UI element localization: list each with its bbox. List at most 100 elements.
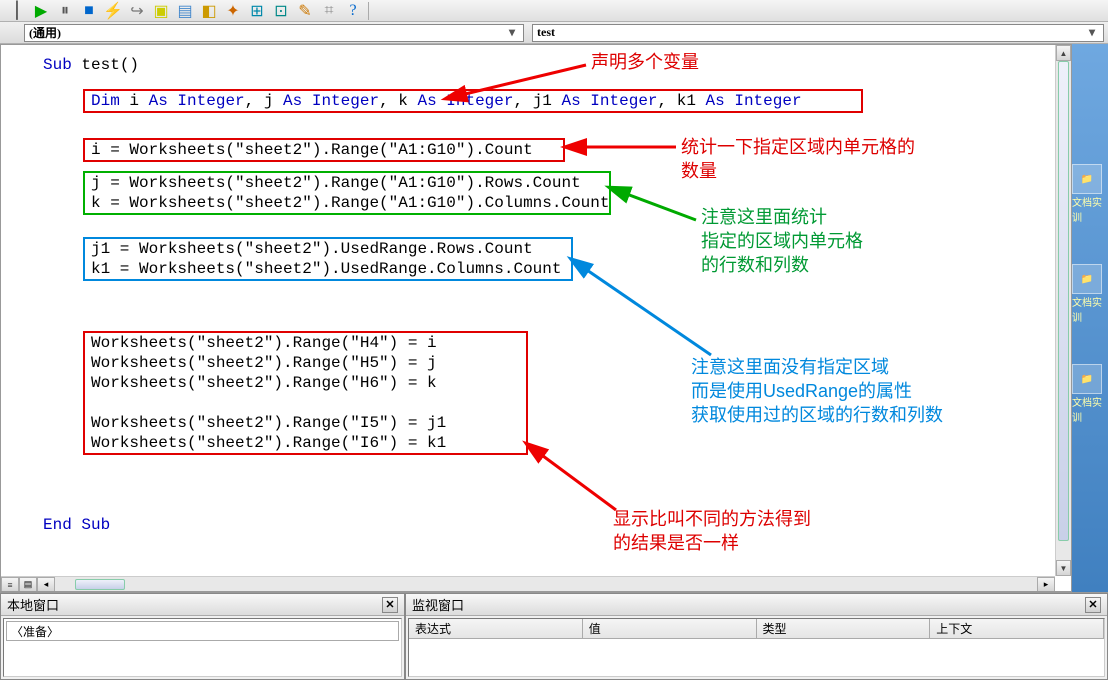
vertical-scrollbar[interactable]: ▲ ▼ (1055, 45, 1071, 576)
separator-icon: │ (8, 2, 26, 20)
code-line-i6: Worksheets("sheet2").Range("I6") = k1 (91, 433, 520, 453)
code-line-k: k = Worksheets("sheet2").Range("A1:G10")… (91, 193, 603, 213)
help-icon[interactable]: ? (344, 2, 362, 20)
annotation-usedrange-l1: 注意这里面没有指定区域 (691, 355, 943, 379)
watch-col-type[interactable]: 类型 (757, 619, 931, 638)
bottom-panels: 本地窗口 ✕ 〈准备〉 监视窗口 ✕ 表达式 值 类型 上下文 (0, 592, 1108, 680)
code-line-j1: j1 = Worksheets("sheet2").UsedRange.Rows… (91, 239, 565, 259)
annotation-usedrange: 注意这里面没有指定区域 而是使用UsedRange的属性 获取使用过的区域的行数… (691, 355, 943, 427)
step-icon[interactable]: ↪ (128, 2, 146, 20)
annotation-rowscols-l3: 的行数和列数 (701, 253, 863, 277)
arrow-blue (576, 260, 716, 360)
view-proc-icon[interactable]: ▤ (19, 577, 37, 592)
annotation-count-l1: 统计一下指定区域内单元格的 (681, 135, 915, 159)
desktop-label: 文档实训 (1072, 194, 1108, 224)
close-icon[interactable]: ✕ (1085, 597, 1101, 613)
annotation-result: 显示比叫不同的方法得到 的结果是否一样 (613, 507, 811, 555)
box-output: Worksheets("sheet2").Range("H4") = i Wor… (83, 331, 528, 455)
close-icon[interactable]: ✕ (382, 597, 398, 613)
chevron-down-icon: ▾ (505, 25, 519, 40)
code-line-h5: Worksheets("sheet2").Range("H5") = j (91, 353, 520, 373)
bookmark-icon[interactable]: ✦ (224, 2, 242, 20)
watch-col-context[interactable]: 上下文 (930, 619, 1104, 638)
desktop-folder-icon[interactable]: 📁 (1072, 164, 1102, 194)
desktop-label: 文档实训 (1072, 394, 1108, 424)
immediate-window-body[interactable]: 〈准备〉 (3, 618, 402, 677)
code-line-j: j = Worksheets("sheet2").Range("A1:G10")… (91, 173, 603, 193)
watch-window-body[interactable]: 表达式 值 类型 上下文 (408, 618, 1105, 677)
scroll-thumb[interactable] (1058, 61, 1069, 541)
code-line-k1: k1 = Worksheets("sheet2").UsedRange.Colu… (91, 259, 565, 279)
object-dropdown[interactable]: (通用) ▾ (24, 24, 524, 42)
separator-icon (368, 2, 386, 20)
watch-col-value[interactable]: 值 (583, 619, 757, 638)
code-sub-start: Sub test() (43, 55, 139, 75)
horizontal-scrollbar[interactable]: ≡ ▤ ◂ ▸ (1, 576, 1055, 591)
hscroll-thumb[interactable] (75, 579, 125, 590)
annotation-rowscols-l1: 注意这里面统计 (701, 205, 863, 229)
box-count: i = Worksheets("sheet2").Range("A1:G10")… (83, 138, 565, 162)
box-rows-cols: j = Worksheets("sheet2").Range("A1:G10")… (83, 171, 611, 215)
pause-icon[interactable]: ⏸ (56, 2, 74, 20)
desktop-label: 文档实训 (1072, 294, 1108, 324)
code-line-i5: Worksheets("sheet2").Range("I5") = j1 (91, 413, 520, 433)
scroll-down-button[interactable]: ▼ (1056, 560, 1071, 576)
arrow-green (616, 185, 701, 225)
desktop-folder-icon[interactable]: 📁 (1072, 364, 1102, 394)
toolbox-icon[interactable]: ✎ (296, 2, 314, 20)
win2-icon[interactable]: ⊡ (272, 2, 290, 20)
immediate-field[interactable]: 〈准备〉 (6, 621, 399, 641)
ocx-icon[interactable]: ⌗ (320, 2, 338, 20)
annotation-rowscols: 注意这里面统计 指定的区域内单元格 的行数和列数 (701, 205, 863, 277)
code-blank (91, 393, 520, 413)
ref-icon[interactable]: ◧ (200, 2, 218, 20)
watch-window: 监视窗口 ✕ 表达式 值 类型 上下文 (405, 593, 1108, 680)
annotation-usedrange-l2: 而是使用UsedRange的属性 (691, 379, 943, 403)
scroll-right-button[interactable]: ▸ (1037, 577, 1055, 592)
watch-col-expr[interactable]: 表达式 (409, 619, 583, 638)
box-dim: Dim i As Integer, j As Integer, k As Int… (83, 89, 863, 113)
watch-window-title: 监视窗口 (412, 595, 464, 614)
debug-icon[interactable]: ⚡ (104, 2, 122, 20)
watch-columns: 表达式 值 类型 上下文 (409, 619, 1104, 639)
main-area: Sub test() Dim i As Integer, j As Intege… (0, 44, 1108, 592)
procedure-dropdown-value: test (537, 25, 555, 40)
view-full-icon[interactable]: ≡ (1, 577, 19, 592)
scroll-up-button[interactable]: ▲ (1056, 45, 1071, 61)
annotation-count-l2: 数量 (681, 159, 915, 183)
object-dropdown-value: (通用) (29, 24, 61, 41)
arrow-red-2 (571, 135, 681, 160)
annotation-result-l1: 显示比叫不同的方法得到 (613, 507, 811, 531)
immediate-window-title: 本地窗口 (7, 595, 59, 614)
code-editor[interactable]: Sub test() Dim i As Integer, j As Intege… (0, 44, 1072, 592)
code-line-h6: Worksheets("sheet2").Range("H6") = k (91, 373, 520, 393)
desktop-folder-icon[interactable]: 📁 (1072, 264, 1102, 294)
win1-icon[interactable]: ⊞ (248, 2, 266, 20)
code-line-i: i = Worksheets("sheet2").Range("A1:G10")… (91, 140, 557, 160)
object-procedure-bar: (通用) ▾ test ▾ (0, 22, 1108, 44)
arrow-red-3 (531, 445, 621, 515)
annotation-usedrange-l3: 获取使用过的区域的行数和列数 (691, 403, 943, 427)
watch-window-header: 监视窗口 ✕ (406, 594, 1107, 616)
code-sub-end: End Sub (43, 515, 110, 535)
code-dim: Dim i As Integer, j As Integer, k As Int… (91, 91, 855, 111)
code-content[interactable]: Sub test() Dim i As Integer, j As Intege… (1, 45, 1071, 65)
immediate-window-header: 本地窗口 ✕ (1, 594, 404, 616)
procedure-dropdown[interactable]: test ▾ (532, 24, 1104, 42)
code-line-h4: Worksheets("sheet2").Range("H4") = i (91, 333, 520, 353)
project-icon[interactable]: ▣ (152, 2, 170, 20)
annotation-declare: 声明多个变量 (591, 50, 699, 74)
stop-icon[interactable]: ■ (80, 2, 98, 20)
hscroll-track[interactable] (55, 577, 1037, 591)
scroll-left-button[interactable]: ◂ (37, 577, 55, 592)
copy-icon[interactable]: ▤ (176, 2, 194, 20)
annotation-rowscols-l2: 指定的区域内单元格 (701, 229, 863, 253)
immediate-window: 本地窗口 ✕ 〈准备〉 (0, 593, 405, 680)
chevron-down-icon: ▾ (1085, 25, 1099, 40)
box-usedrange: j1 = Worksheets("sheet2").UsedRange.Rows… (83, 237, 573, 281)
annotation-count: 统计一下指定区域内单元格的 数量 (681, 135, 915, 183)
toolbar: │ ▶ ⏸ ■ ⚡ ↪ ▣ ▤ ◧ ✦ ⊞ ⊡ ✎ ⌗ ? (0, 0, 1108, 22)
play-icon[interactable]: ▶ (32, 2, 50, 20)
desktop-sidebar: 📁 文档实训 📁 文档实训 📁 文档实训 (1072, 44, 1108, 592)
annotation-result-l2: 的结果是否一样 (613, 531, 811, 555)
